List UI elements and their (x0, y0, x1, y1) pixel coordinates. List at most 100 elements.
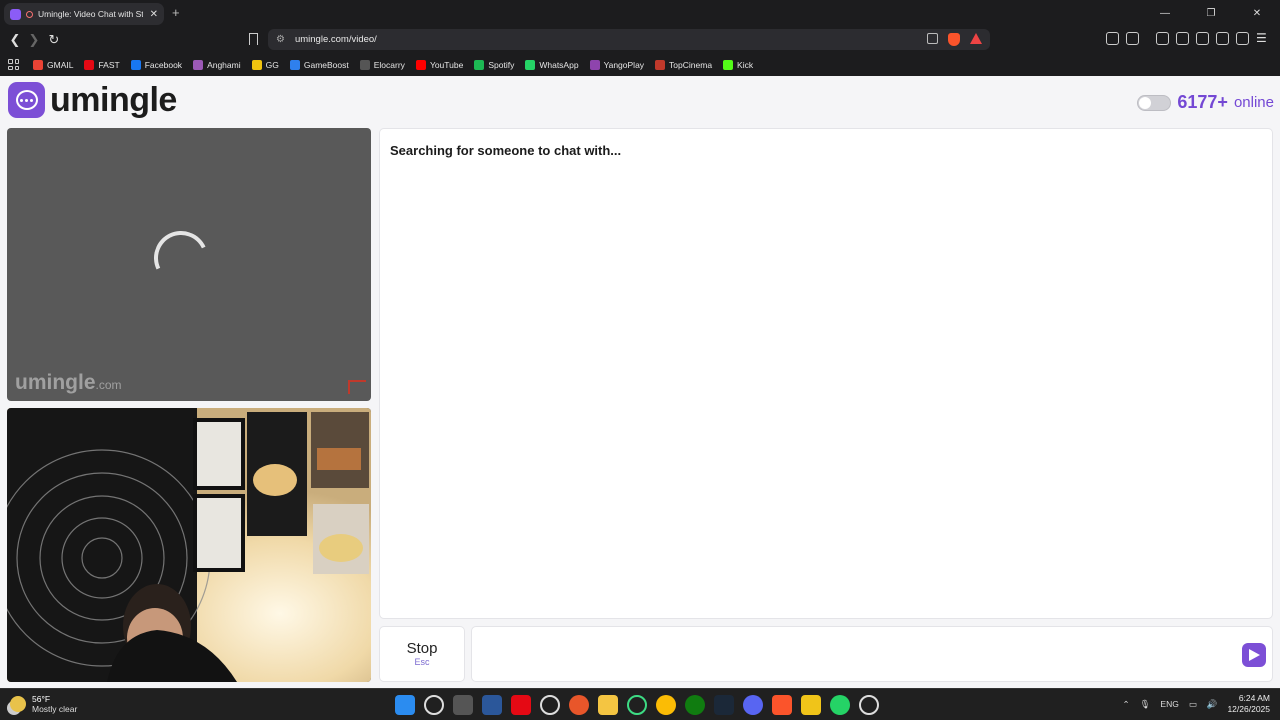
bookmark-item[interactable]: YouTube (415, 59, 464, 70)
bookmark-item[interactable]: WhatsApp (525, 59, 579, 70)
system-tray: ⌃ 🎙 ENG ▭ 🔊 6:24 AM 12/26/2025 (1122, 693, 1270, 715)
file-explorer-icon[interactable] (598, 695, 618, 715)
self-camera-video (7, 408, 371, 682)
forward-button[interactable]: ❯ (25, 31, 43, 49)
site-logo[interactable]: umingle (8, 82, 177, 118)
bookmark-item[interactable]: Kick (723, 59, 753, 70)
task-view-icon[interactable] (453, 695, 473, 715)
new-tab-button[interactable]: + (172, 5, 180, 20)
online-status: 6177+ online (1137, 92, 1274, 113)
discord-icon[interactable] (743, 695, 763, 715)
browser-tab[interactable]: Umingle: Video Chat with Str ✕ (4, 3, 164, 25)
bookmark-item[interactable]: GameBoost (289, 59, 349, 70)
bookmarks-bar: GMAIL FAST Facebook Anghami GG GameBoost Eloca… (0, 53, 1280, 76)
bookmark-favicon-icon (84, 59, 95, 70)
microphone-icon[interactable]: 🎙 (1140, 699, 1151, 710)
chevron-up-icon[interactable]: ⌃ (1122, 699, 1129, 710)
reload-button[interactable]: ↻ (45, 31, 63, 49)
obs-icon[interactable] (540, 695, 560, 715)
bookmark-favicon-icon (193, 59, 204, 70)
menu-icon[interactable]: ☰ (1256, 32, 1269, 45)
back-button[interactable]: ❮ (6, 31, 24, 49)
settings-icon[interactable] (859, 695, 879, 715)
share-icon[interactable] (927, 33, 938, 44)
weather-condition: Mostly clear (32, 704, 78, 714)
close-window-button[interactable]: ✕ (1234, 0, 1280, 27)
sidebar-icon[interactable] (1176, 32, 1189, 45)
brave-taskbar-icon[interactable] (772, 695, 792, 715)
umingle-favicon-icon (10, 8, 21, 20)
start-icon[interactable] (395, 695, 415, 715)
moon-cloud-icon (10, 696, 26, 712)
stop-button[interactable]: Stop Esc (379, 626, 465, 682)
vpn-icon[interactable] (1236, 32, 1249, 45)
bookmark-item[interactable]: Spotify (474, 59, 515, 70)
clock-time: 6:24 AM (1238, 693, 1270, 703)
bookmark-label: WhatsApp (539, 59, 579, 70)
clock[interactable]: 6:24 AM 12/26/2025 (1227, 693, 1270, 715)
minimize-button[interactable]: — (1142, 0, 1188, 27)
bookmark-favicon-icon (359, 59, 370, 70)
bookmark-favicon-icon (655, 59, 666, 70)
search-icon[interactable] (424, 695, 444, 715)
bookmark-item[interactable]: Facebook (130, 59, 182, 70)
apps-grid-icon[interactable] (8, 59, 19, 70)
bookmark-item[interactable]: FAST (84, 59, 120, 70)
netflix-icon[interactable] (511, 695, 531, 715)
site-settings-icon[interactable]: ⚙ (276, 34, 285, 45)
chrome-icon[interactable] (656, 695, 676, 715)
online-count: 6177+ (1177, 92, 1228, 112)
bookmark-favicon-icon (289, 59, 300, 70)
bookmark-label: GG (265, 59, 279, 70)
bookmark-item[interactable]: Elocarry (359, 59, 405, 70)
wallet-icon[interactable] (1196, 32, 1209, 45)
brave-rewards-icon[interactable] (970, 33, 982, 44)
leo-ai-icon[interactable] (1216, 32, 1229, 45)
weather-temperature: 56°F (32, 694, 51, 704)
bookmark-item[interactable]: TopCinema (655, 59, 712, 70)
close-tab-icon[interactable]: ✕ (150, 9, 158, 20)
video-watermark: umingle.com (15, 371, 122, 395)
maximize-button[interactable]: ❐ (1188, 0, 1234, 27)
weather-widget[interactable]: 56°F Mostly clear (10, 694, 77, 714)
screenshot-icon[interactable] (1126, 32, 1139, 45)
theme-toggle[interactable] (1137, 94, 1172, 111)
whatsapp-icon[interactable] (830, 695, 850, 715)
word-icon[interactable] (482, 695, 502, 715)
media-icon[interactable] (1156, 32, 1169, 45)
bookmark-favicon-icon (589, 59, 600, 70)
bookmark-label: Anghami (207, 59, 241, 70)
online-label: online (1233, 94, 1274, 111)
send-button[interactable] (1242, 643, 1266, 667)
bookmark-icon[interactable] (249, 33, 258, 45)
network-icon[interactable]: ▭ (1189, 699, 1197, 710)
volume-icon[interactable]: 🔊 (1207, 699, 1218, 710)
android-app-icon[interactable] (627, 695, 647, 715)
brave-shields-icon[interactable] (948, 33, 960, 46)
extensions-icon[interactable] (1106, 32, 1119, 45)
message-input[interactable] (471, 626, 1273, 682)
bookmark-favicon-icon (33, 59, 43, 70)
tab-title: Umingle: Video Chat with Str (38, 9, 143, 19)
bookmark-label: YouTube (429, 59, 464, 70)
logo-text: umingle (50, 81, 177, 119)
taskbar-apps (395, 695, 879, 715)
app-icon[interactable] (569, 695, 589, 715)
window-controls: — ❐ ✕ (1142, 0, 1280, 27)
xbox-icon[interactable] (685, 695, 705, 715)
bookmark-label: GMAIL (47, 59, 74, 70)
bookmark-label: Elocarry (373, 59, 405, 70)
bookmark-label: Spotify (488, 59, 515, 70)
steam-icon[interactable] (714, 695, 734, 715)
app-pinned-icon[interactable] (801, 695, 821, 715)
page-content: umingle 6177+ online umingle.com Searchi… (0, 76, 1280, 688)
url-text: umingle.com/video/ (294, 34, 377, 45)
bookmark-item[interactable]: GG (251, 59, 279, 70)
url-field[interactable]: ⚙ umingle.com/video/ (268, 29, 990, 50)
bookmark-item[interactable]: GMAIL (33, 59, 74, 70)
address-bar-row: ❮ ❯ ↻ ⚙ umingle.com/video/ ☰ (0, 27, 1280, 53)
bookmark-item[interactable]: YangoPlay (589, 59, 644, 70)
language-indicator[interactable]: ENG (1160, 699, 1178, 709)
report-flag-icon[interactable] (348, 380, 366, 394)
bookmark-item[interactable]: Anghami (193, 59, 241, 70)
